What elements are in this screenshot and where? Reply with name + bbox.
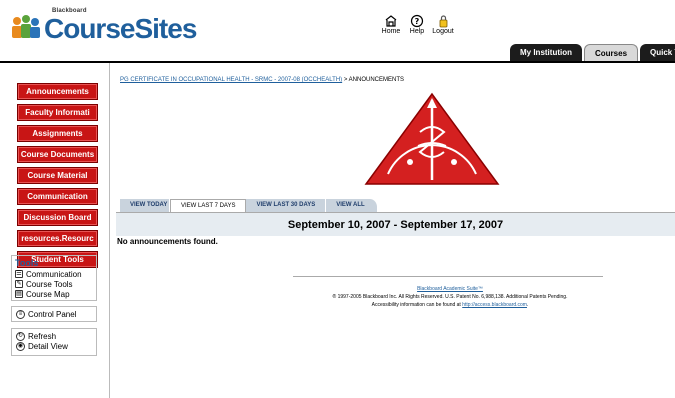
course-menu: Announcements Faculty Informati Assignme… — [17, 83, 98, 272]
main-tabs: My Institution Courses Quick T — [510, 44, 675, 62]
menu-communication-button[interactable]: Communication — [17, 188, 98, 205]
view-options-panel: ↻ Refresh ◉ Detail View — [11, 328, 97, 356]
footer-divider — [293, 276, 603, 277]
home-label: Home — [381, 28, 401, 35]
breadcrumb-current: > ANNOUNCEMENTS — [342, 77, 404, 83]
tab-view-last-30-days[interactable]: VIEW LAST 30 DAYS — [246, 199, 327, 212]
breadcrumb: PG CERTIFICATE IN OCCUPATIONAL HEALTH - … — [120, 77, 404, 83]
tool-course-tools-label: Course Tools — [26, 279, 73, 289]
footer-accessibility: Accessibility information can be found a… — [290, 301, 610, 309]
footer-suite-link[interactable]: Blackboard Academic Suite™ — [417, 286, 483, 292]
menu-assignments-button[interactable]: Assignments — [17, 125, 98, 142]
tab-courses[interactable]: Courses — [584, 44, 639, 62]
logout-button[interactable]: Logout — [432, 14, 454, 35]
detail-view-icon: ◉ — [16, 341, 25, 351]
logout-icon — [439, 15, 448, 28]
communication-icon: ☰ — [15, 270, 23, 278]
tab-quick-tools[interactable]: Quick T — [640, 44, 675, 62]
empty-state-message: No announcements found. — [117, 237, 218, 246]
menu-faculty-information-button[interactable]: Faculty Informati — [17, 104, 98, 121]
footer-accessibility-prefix: Accessibility information can be found a… — [371, 302, 463, 308]
tool-course-map-label: Course Map — [26, 289, 70, 299]
tab-view-last-7-days[interactable]: VIEW LAST 7 DAYS — [170, 199, 247, 212]
control-panel-link[interactable]: ≡ Control Panel — [11, 306, 97, 322]
tool-course-map-link[interactable]: ▤ Course Map — [15, 289, 93, 299]
date-range-band: September 10, 2007 - September 17, 2007 — [116, 212, 675, 236]
refresh-label: Refresh — [28, 331, 57, 341]
svg-text:?: ? — [415, 17, 420, 26]
date-range-title: September 10, 2007 - September 17, 2007 — [287, 219, 504, 231]
detail-view-label: Detail View — [28, 341, 68, 351]
tab-view-today[interactable]: VIEW TODAY — [120, 199, 170, 212]
home-icon — [385, 15, 397, 27]
footer-accessibility-link[interactable]: http://access.blackboard.com — [462, 302, 527, 308]
refresh-link[interactable]: ↻ Refresh — [16, 331, 92, 341]
home-button[interactable]: Home — [380, 14, 402, 35]
course-tools-icon: ✎ — [15, 280, 23, 288]
tools-panel: Tools ☰ Communication ✎ Course Tools ▤ C… — [11, 255, 97, 301]
help-label: Help — [409, 28, 425, 35]
tool-communication-label: Communication — [26, 269, 82, 279]
people-logo-icon — [12, 15, 40, 38]
course-sidebar: Announcements Faculty Informati Assignme… — [0, 63, 110, 398]
header: Blackboard CourseSites Home ? Help Logou… — [0, 0, 675, 62]
help-button[interactable]: ? Help — [406, 14, 428, 35]
footer-copyright: ® 1997-2005 Blackboard Inc. All Rights R… — [332, 294, 568, 300]
footer: Blackboard Academic Suite™ ® 1997-2005 B… — [290, 285, 610, 309]
course-banner-image — [364, 92, 500, 185]
course-map-icon: ▤ — [15, 290, 23, 298]
menu-announcements-button[interactable]: Announcements — [17, 83, 98, 100]
page: Blackboard CourseSites Home ? Help Logou… — [0, 0, 675, 398]
breadcrumb-course-link[interactable]: PG CERTIFICATE IN OCCUPATIONAL HEALTH - … — [120, 77, 342, 83]
tab-view-all[interactable]: VIEW ALL — [326, 199, 379, 212]
tab-my-institution[interactable]: My Institution — [510, 44, 582, 62]
refresh-icon: ↻ — [16, 331, 25, 341]
menu-course-material-button[interactable]: Course Material — [17, 167, 98, 184]
control-panel-label: Control Panel — [28, 309, 77, 319]
coursesites-logo[interactable]: Blackboard CourseSites — [10, 8, 197, 48]
footer-accessibility-suffix: . — [526, 302, 529, 308]
menu-resources-button[interactable]: resources.Resourc — [17, 230, 98, 247]
detail-view-link[interactable]: ◉ Detail View — [16, 341, 92, 351]
menu-course-documents-button[interactable]: Course Documents — [17, 146, 98, 163]
logo-brand-text: CourseSites — [44, 13, 197, 44]
help-icon: ? — [410, 14, 424, 28]
tool-course-tools-link[interactable]: ✎ Course Tools — [15, 279, 93, 289]
logout-label: Logout — [432, 28, 454, 35]
tool-communication-link[interactable]: ☰ Communication — [15, 269, 93, 279]
control-panel-icon: ≡ — [16, 309, 25, 319]
tools-title: Tools — [15, 258, 39, 268]
announcement-view-tabs: VIEW TODAY VIEW LAST 7 DAYS VIEW LAST 30… — [120, 199, 379, 212]
menu-discussion-board-button[interactable]: Discussion Board — [17, 209, 98, 226]
top-tools: Home ? Help Logout — [380, 14, 454, 35]
